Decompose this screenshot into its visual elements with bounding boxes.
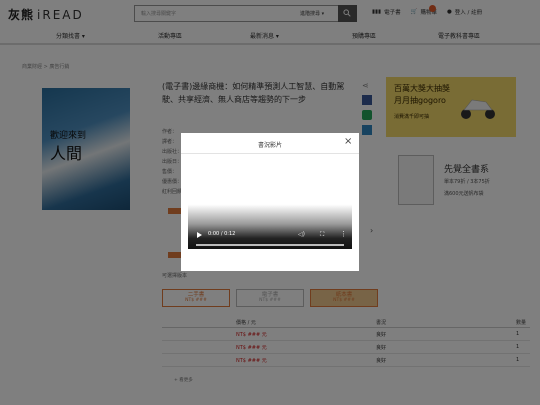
volume-icon[interactable]: ◁) [298, 231, 305, 238]
video-controls: 0:00 / 0:12 ◁) ⛶ ⋮ [188, 230, 352, 240]
more-options-icon[interactable]: ⋮ [340, 230, 347, 238]
play-icon[interactable] [197, 232, 202, 238]
video-player[interactable]: 0:00 / 0:12 ◁) ⛶ ⋮ [188, 160, 352, 249]
close-icon[interactable]: × [344, 137, 352, 147]
video-modal: 書況影片 × 0:00 / 0:12 ◁) ⛶ ⋮ [181, 133, 359, 271]
modal-header: 書況影片 × [181, 133, 359, 154]
video-progress-bar[interactable] [196, 244, 344, 246]
modal-title: 書況影片 [257, 142, 282, 149]
video-time: 0:00 / 0:12 [208, 231, 236, 237]
fullscreen-icon[interactable]: ⛶ [320, 231, 324, 239]
